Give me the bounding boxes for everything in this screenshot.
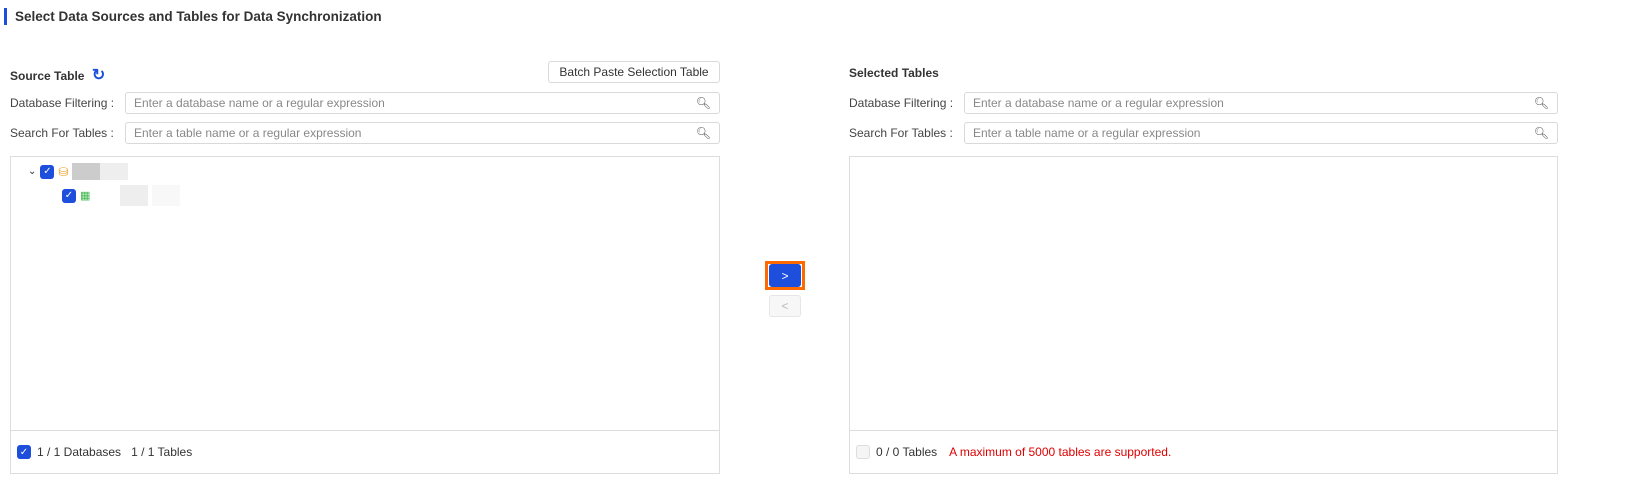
- selected-tables-header: Selected Tables: [849, 66, 939, 80]
- table-search-input[interactable]: Enter a table name or a regular expressi…: [125, 122, 720, 144]
- select-all-checkbox[interactable]: [856, 445, 870, 459]
- refresh-icon[interactable]: ↻: [92, 67, 105, 84]
- move-left-button[interactable]: <: [769, 295, 801, 317]
- source-tree: ⌄ ✓ ⛁ ✓ ▦ ✓ 1 / 1 Databases 1 / 1 Tables: [10, 156, 720, 474]
- tree-node-database[interactable]: ⌄ ✓ ⛁: [28, 163, 129, 180]
- max-tables-warning: A maximum of 5000 tables are supported.: [949, 445, 1172, 459]
- db-filter-input[interactable]: Enter a database name or a regular expre…: [125, 92, 720, 114]
- table-icon: ▦: [80, 190, 91, 202]
- search-icon[interactable]: 🔍︎: [1534, 126, 1549, 140]
- table-count: 1 / 1 Tables: [131, 445, 193, 459]
- select-all-checkbox[interactable]: ✓: [17, 445, 31, 459]
- selected-table-search-input[interactable]: Enter a table name or a regular expressi…: [964, 122, 1558, 144]
- placeholder: Enter a database name or a regular expre…: [134, 96, 385, 110]
- table-search-label: Search For Tables :: [10, 126, 114, 140]
- search-icon[interactable]: 🔍︎: [696, 126, 711, 140]
- placeholder: Enter a table name or a regular expressi…: [134, 126, 362, 140]
- table-search-label: Search For Tables :: [849, 126, 953, 140]
- selected-db-filter-input[interactable]: Enter a database name or a regular expre…: [964, 92, 1558, 114]
- redacted-name: [72, 163, 101, 180]
- tree-node-table[interactable]: ✓ ▦: [62, 185, 181, 206]
- search-icon[interactable]: 🔍︎: [1534, 96, 1549, 110]
- page-title: Select Data Sources and Tables for Data …: [4, 8, 382, 25]
- batch-paste-button[interactable]: Batch Paste Selection Table: [548, 61, 720, 83]
- db-count: 1 / 1 Databases: [37, 445, 122, 459]
- checkbox[interactable]: ✓: [40, 164, 55, 179]
- db-filter-label: Database Filtering :: [849, 96, 954, 110]
- selected-footer: 0 / 0 Tables A maximum of 5000 tables ar…: [850, 430, 1557, 473]
- source-table-header: Source Table ↻: [10, 65, 105, 85]
- placeholder: Enter a database name or a regular expre…: [973, 96, 1224, 110]
- selected-list: 0 / 0 Tables A maximum of 5000 tables ar…: [849, 156, 1558, 474]
- database-icon: ⛁: [58, 164, 69, 179]
- placeholder: Enter a table name or a regular expressi…: [973, 126, 1201, 140]
- chevron-down-icon[interactable]: ⌄: [28, 166, 36, 177]
- table-count: 0 / 0 Tables: [876, 445, 938, 459]
- move-right-button[interactable]: >: [769, 264, 801, 287]
- source-table-label: Source Table: [10, 69, 85, 83]
- source-footer: ✓ 1 / 1 Databases 1 / 1 Tables: [11, 430, 719, 473]
- checkbox[interactable]: ✓: [62, 188, 76, 203]
- search-icon[interactable]: 🔍︎: [696, 96, 711, 110]
- db-filter-label: Database Filtering :: [10, 96, 115, 110]
